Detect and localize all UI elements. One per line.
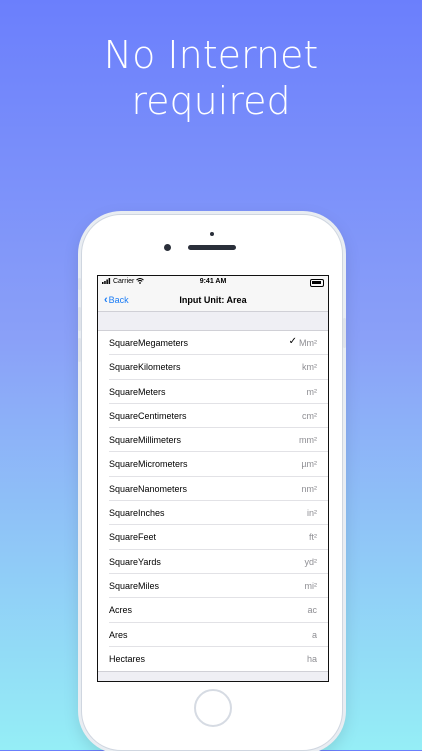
- home-button[interactable]: [194, 689, 232, 727]
- unit-name: SquareMillimeters: [109, 435, 182, 446]
- unit-row[interactable]: SquareMiles mi²: [98, 574, 328, 599]
- phone-frame: Carrier 9:41 AM ‹Back Input Unit: Area S…: [78, 214, 346, 751]
- unit-symbol: mi²: [304, 580, 318, 591]
- unit-name: SquareInches: [109, 508, 165, 519]
- unit-symbol: mm²: [299, 435, 317, 446]
- unit-row[interactable]: SquareYards yd²: [98, 550, 328, 574]
- unit-row[interactable]: SquareKilometers km²: [98, 355, 328, 380]
- earpiece-speaker: [188, 245, 236, 250]
- unit-row[interactable]: SquareMeters m²: [98, 380, 328, 404]
- unit-row[interactable]: SquareMegameters ✓ Mm²: [98, 331, 328, 356]
- unit-name: SquareNanometers: [109, 483, 188, 494]
- status-time: 9:41 AM: [199, 278, 227, 285]
- unit-row[interactable]: Acres ac: [98, 598, 328, 623]
- unit-name: SquareYards: [109, 556, 161, 567]
- unit-symbol: Mm²: [299, 338, 317, 348]
- unit-symbol: cm²: [302, 410, 317, 421]
- unit-row[interactable]: SquareNanometers nm²: [98, 477, 328, 502]
- power-button: [343, 318, 346, 348]
- promo-headline: No Internet required: [0, 32, 422, 124]
- unit-symbol: m²: [306, 386, 318, 397]
- unit-symbol: ft²: [309, 532, 317, 543]
- unit-name: Acres: [109, 605, 133, 616]
- nav-title: Input Unit: Area: [179, 295, 247, 305]
- unit-name: Hectares: [109, 653, 146, 664]
- unit-symbol: ac: [307, 605, 317, 616]
- unit-row[interactable]: Hectares ha: [98, 647, 328, 671]
- unit-symbol: in²: [306, 508, 317, 519]
- unit-name: SquareMicrometers: [109, 459, 188, 470]
- unit-name: SquareKilometers: [109, 362, 181, 373]
- unit-name: SquareMiles: [109, 580, 160, 591]
- unit-symbol: a: [311, 629, 317, 640]
- volume-down-button: [78, 338, 81, 362]
- unit-name: Ares: [109, 629, 128, 640]
- unit-list: SquareMegameters ✓ Mm² SquareKilometers km² S…: [98, 330, 328, 673]
- unit-row[interactable]: SquareInches in²: [98, 501, 328, 526]
- unit-row[interactable]: Ares a: [98, 623, 328, 647]
- unit-name: SquareCentimeters: [109, 410, 187, 421]
- volume-up-button: [78, 307, 81, 331]
- unit-name: SquareFeet: [109, 532, 157, 543]
- checkmark-icon: ✓: [288, 336, 297, 347]
- unit-row[interactable]: SquareCentimeters cm²: [98, 404, 328, 429]
- unit-symbol: nm²: [301, 483, 318, 494]
- unit-symbol: µm²: [301, 459, 317, 470]
- mute-switch: [78, 278, 81, 290]
- headline-line-2: required: [131, 79, 291, 123]
- headline-line-1: No Internet: [103, 33, 319, 77]
- unit-row[interactable]: SquareMillimeters mm²: [98, 428, 328, 453]
- unit-symbol: ha: [306, 653, 317, 664]
- unit-row[interactable]: SquareFeet ft²: [98, 525, 328, 550]
- phone-screen: Carrier 9:41 AM ‹Back Input Unit: Area S…: [97, 275, 329, 682]
- battery-icon: [310, 279, 324, 287]
- front-camera: [164, 244, 171, 251]
- unit-name: SquareMeters: [109, 386, 166, 397]
- unit-symbol: yd²: [304, 556, 317, 567]
- unit-row[interactable]: SquareMicrometers µm²: [98, 452, 328, 477]
- status-bar: Carrier 9:41 AM: [98, 276, 328, 289]
- unit-symbol: km²: [302, 362, 317, 373]
- navigation-bar: ‹Back Input Unit: Area: [98, 289, 328, 312]
- proximity-sensor: [210, 232, 214, 236]
- unit-name: SquareMegameters: [109, 338, 189, 348]
